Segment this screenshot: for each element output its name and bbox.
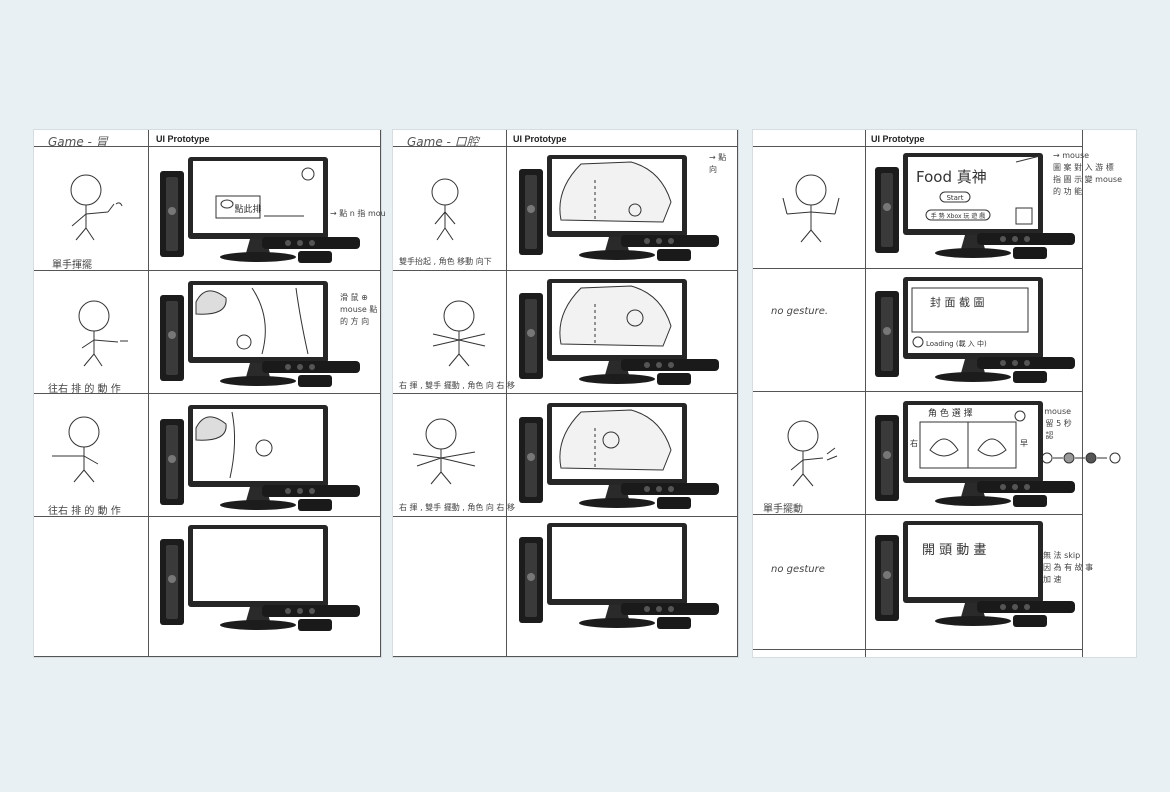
screen-content	[559, 409, 672, 471]
gesture-caption: 單手揮擺	[52, 260, 92, 271]
screen-title: 角 色 選 擇	[928, 407, 973, 419]
screen-content: 點此排	[215, 167, 315, 219]
screen-title: 封 面 截 圖	[930, 295, 985, 309]
screen-content	[559, 285, 672, 347]
xbox-button-label: 手 勢 Xbox 玩 遊 戲	[931, 212, 986, 220]
gesture-caption: 右 揮 , 雙手 擺動 , 角色 向 右 移	[399, 503, 515, 512]
gesture-caption: 右 揮 , 雙手 擺動 , 角色 向 右 移	[399, 381, 515, 390]
ui-prototype-header: UI Prototype	[513, 134, 567, 144]
gesture-caption: 單手擺動	[763, 504, 803, 515]
screen-content: 角 色 選 擇 右 早	[910, 407, 1028, 469]
gesture-caption: no gesture	[771, 564, 825, 575]
stick-figure-waving	[70, 174, 123, 241]
start-button-label: Start	[946, 194, 963, 202]
loading-label: Loading (載 入 中)	[926, 339, 987, 348]
screen-title: Food 真神	[916, 168, 987, 186]
gesture-caption: 往右 排 的 動 作	[48, 506, 121, 517]
stick-figure-right	[52, 416, 100, 483]
screen-content: 封 面 截 圖 Loading (載 入 中)	[911, 287, 1029, 348]
screen-content	[195, 287, 309, 355]
stick-figure-swinging	[412, 418, 476, 485]
screen-content	[195, 411, 273, 479]
stick-figure-waving	[787, 420, 838, 487]
ui-prototype-header: UI Prototype	[871, 134, 925, 144]
gesture-caption: no gesture.	[771, 306, 829, 317]
stick-figure-right	[78, 300, 128, 367]
game-label: Game - 口腔	[407, 135, 479, 149]
ui-prototype-header: UI Prototype	[156, 134, 210, 144]
screen-title: 開 頭 動 畫	[922, 543, 986, 558]
stick-figure-arms-up	[782, 174, 840, 243]
screen-content: 開 頭 動 畫	[922, 543, 986, 558]
game-label: Game - 冒	[48, 135, 108, 149]
xbox-monitor-illustration	[160, 525, 360, 631]
stick-figure-arms-down	[431, 178, 459, 241]
gesture-caption: 雙手抬起 , 角色 移動 向下	[399, 257, 492, 266]
screen-left-label: 右	[910, 438, 918, 448]
screen-content	[559, 161, 672, 223]
gesture-caption: 往右 排 的 動 作	[48, 384, 121, 395]
screen-right-label: 早	[1020, 439, 1028, 448]
stick-figure-swinging	[432, 300, 486, 367]
screen-content: Food 真神 Start 手 勢 Xbox 玩 遊 戲	[916, 155, 1041, 225]
xbox-monitor-illustration	[519, 523, 719, 629]
screen-button-label: 點此排	[234, 203, 261, 215]
